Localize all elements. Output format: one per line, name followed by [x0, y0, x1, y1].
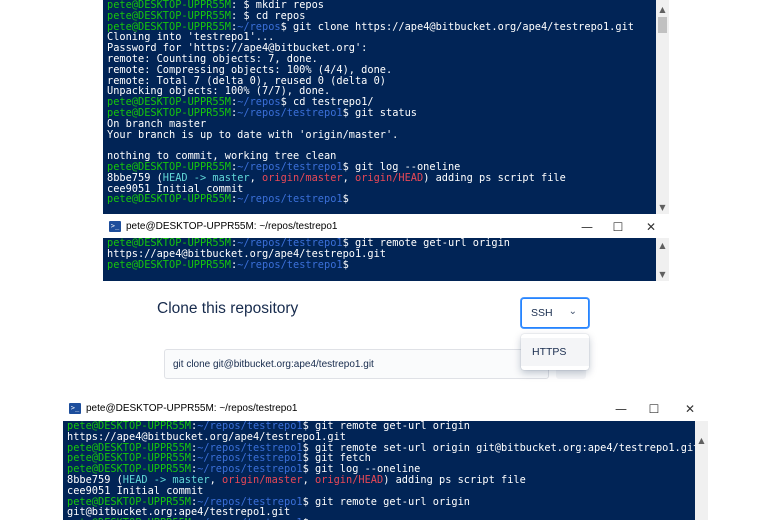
- terminal-text: Your branch is up to date with 'origin/m…: [107, 128, 399, 141]
- terminal-text: ) adding ps script file: [383, 473, 526, 486]
- terminal-output: pete@DESKTOP-UPPR55M:~/repos/testrepo1$ …: [67, 421, 699, 520]
- terminal-line: Your branch is up to date with 'origin/m…: [107, 128, 634, 141]
- terminal-window-top[interactable]: pete@DESKTOP-UPPR55M: $ mkdir repos pete@…: [103, 0, 669, 214]
- close-button[interactable]: ✕: [636, 218, 666, 236]
- clone-repository-heading: Clone this repository: [157, 300, 299, 317]
- protocol-option-label: HTTPS: [532, 346, 567, 358]
- terminal-output: pete@DESKTOP-UPPR55M:~/repos/testrepo1$ …: [107, 238, 510, 270]
- scroll-thumb[interactable]: [658, 17, 667, 33]
- window-title: pete@DESKTOP-UPPR55M: ~/repos/testrepo1: [86, 403, 298, 414]
- terminal-icon: >_: [69, 403, 81, 414]
- scroll-up-arrow-icon[interactable]: ▲: [695, 434, 708, 447]
- scroll-down-arrow-icon[interactable]: ▼: [656, 268, 669, 281]
- terminal-titlebar-bottom[interactable]: >_ pete@DESKTOP-UPPR55M: ~/repos/testrep…: [63, 398, 708, 421]
- terminal-output: pete@DESKTOP-UPPR55M: $ mkdir repos pete@…: [107, 0, 634, 205]
- maximize-button[interactable]: ☐: [639, 400, 669, 418]
- terminal-text: $ git remote get-url origin: [302, 495, 470, 508]
- terminal-text: $ git clone https://ape4@bitbucket.org/a…: [280, 20, 634, 33]
- protocol-option-https[interactable]: HTTPS: [521, 338, 589, 366]
- terminal-text: origin/HEAD: [355, 171, 424, 184]
- prompt-user: pete@DESKTOP-UPPR55M: [107, 258, 231, 271]
- prompt-path: ~/repos/testrepo1: [237, 106, 343, 119]
- minimize-button[interactable]: —: [572, 218, 602, 236]
- terminal-icon: >_: [109, 221, 121, 232]
- window-title: pete@DESKTOP-UPPR55M: ~/repos/testrepo1: [126, 221, 338, 232]
- terminal-line: pete@DESKTOP-UPPR55M:~/repos/testrepo1$: [107, 194, 634, 205]
- terminal-window-middle[interactable]: pete@DESKTOP-UPPR55M:~/repos/testrepo1$ …: [103, 238, 669, 281]
- minimize-button[interactable]: —: [606, 400, 636, 418]
- scroll-up-arrow-icon[interactable]: ▲: [656, 3, 669, 16]
- terminal-text: origin/HEAD: [315, 473, 384, 486]
- terminal-text: ,: [249, 171, 262, 184]
- terminal-text: $: [342, 258, 349, 271]
- maximize-button[interactable]: ☐: [603, 218, 633, 236]
- terminal-text: ,: [209, 473, 222, 486]
- clone-command-field[interactable]: git clone git@bitbucket.org:ape4/testrep…: [164, 349, 549, 379]
- clone-command: git clone git@bitbucket.org:ape4/testrep…: [173, 359, 374, 370]
- terminal-line: pete@DESKTOP-UPPR55M:~/repos/testrepo1$: [107, 258, 510, 271]
- protocol-menu: HTTPS: [521, 334, 589, 370]
- protocol-dropdown[interactable]: SSH ⌄: [521, 298, 589, 328]
- prompt-path: ~/repos/testrepo1: [237, 193, 343, 206]
- terminal-window-bottom[interactable]: pete@DESKTOP-UPPR55M:~/repos/testrepo1$ …: [63, 421, 708, 520]
- prompt-user: pete@DESKTOP-UPPR55M: [107, 193, 231, 206]
- scrollbar[interactable]: ▲ ▼: [656, 0, 669, 214]
- prompt-path: ~/repos/testrepo1: [237, 258, 343, 271]
- terminal-titlebar-middle[interactable]: >_ pete@DESKTOP-UPPR55M: ~/repos/testrep…: [103, 216, 669, 238]
- protocol-selected: SSH: [531, 307, 553, 319]
- scrollbar[interactable]: ▲: [695, 421, 708, 520]
- terminal-text: $: [342, 193, 349, 206]
- scrollbar[interactable]: ▲ ▼: [656, 238, 669, 281]
- terminal-text: ,: [342, 171, 355, 184]
- close-button[interactable]: ✕: [675, 400, 705, 418]
- terminal-text: ) adding ps script file: [423, 171, 566, 184]
- terminal-text: origin/master: [222, 473, 303, 486]
- chevron-down-icon: ⌄: [568, 306, 577, 317]
- terminal-text: $ git status: [342, 106, 417, 119]
- scroll-up-arrow-icon[interactable]: ▲: [656, 239, 669, 252]
- terminal-text: origin/master: [262, 171, 343, 184]
- terminal-text: ,: [302, 473, 315, 486]
- scroll-down-arrow-icon[interactable]: ▼: [656, 201, 669, 214]
